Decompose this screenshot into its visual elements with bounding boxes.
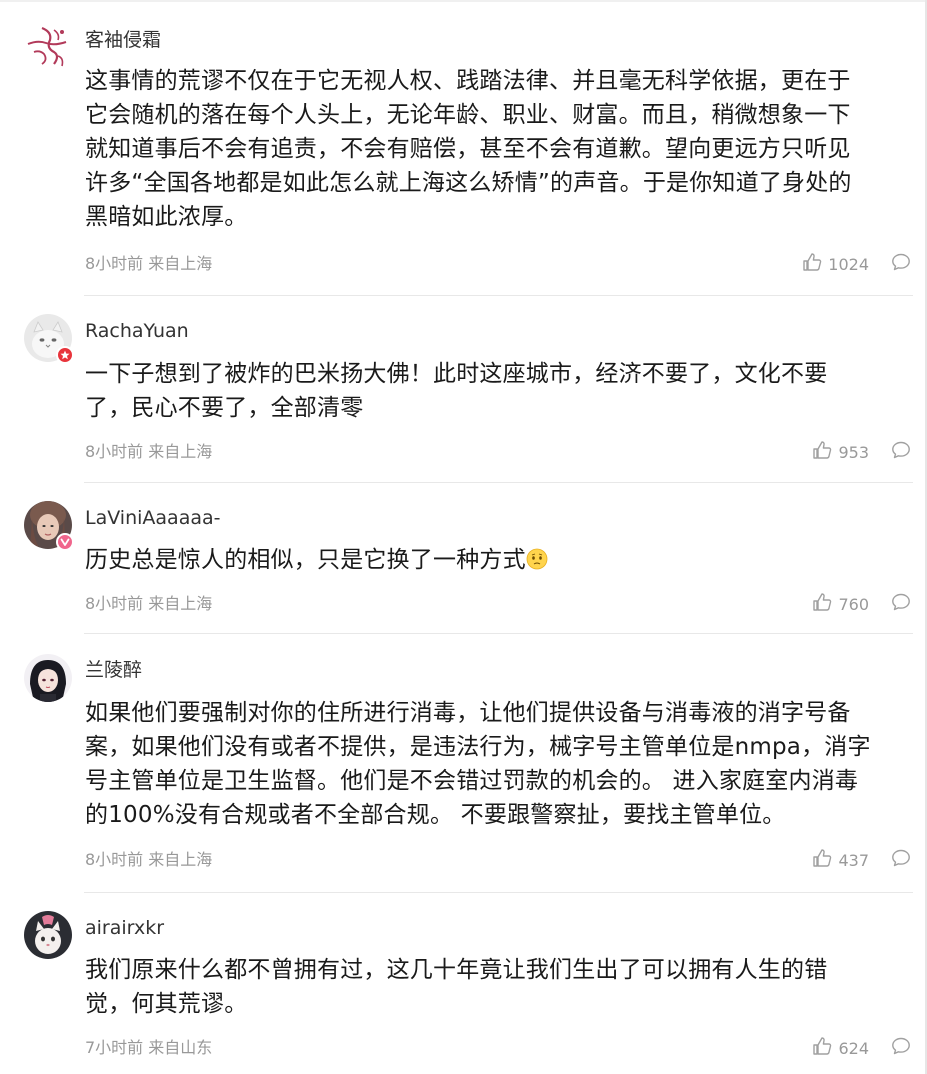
cat-avatar-icon[interactable] <box>24 314 74 364</box>
comment-actions: 624 <box>812 1037 911 1059</box>
comment-bubble-icon <box>891 1036 911 1060</box>
thumbs-up-icon <box>812 1036 832 1060</box>
comment-text-line: 觉，何其荒谬。 <box>85 991 248 1017</box>
comment-text-line: 的100%没有合规或者不全部合规。 不要跟警察扯，要找主管单位。 <box>85 802 786 828</box>
comment-item: 客袖侵霜 这事情的荒谬不仅在于它无视人权、践踏法律、并且毫无科学依据，更在于 它… <box>0 0 927 296</box>
comment-meta: 8小时前 来自上海 <box>85 850 213 869</box>
thumbs-up-icon <box>812 848 832 872</box>
comment-text-line: 号主管单位是卫生监督。他们是不会错过罚款的机会的。 进入家庭室内消毒 <box>85 768 859 794</box>
comment-text-line: 如果他们要强制对你的住所进行消毒，让他们提供设备与消毒液的消字号备 <box>85 700 851 726</box>
thumbs-up-icon <box>802 252 822 276</box>
comment-meta: 8小时前 来自上海 <box>85 254 213 273</box>
comment-item: airairxkr 我们原来什么都不曾拥有过，这几十年竟让我们生出了可以拥有人生… <box>0 893 927 1074</box>
comment-actions: 953 <box>812 441 911 463</box>
comment-text-line: 它会随机的落在每个人头上，无论年龄、职业、财富。而且，稍微想象一下 <box>85 102 851 128</box>
comment-text-line: 历史总是惊人的相似，只是它换了一种方式 <box>85 543 900 580</box>
like-count: 437 <box>838 850 869 870</box>
comment-text-line: 黑暗如此浓厚。 <box>85 204 248 230</box>
thumbs-up-icon <box>812 592 832 616</box>
like-button[interactable]: 760 <box>812 592 869 616</box>
star-badge-icon <box>56 346 74 364</box>
pet-avatar-icon[interactable] <box>24 911 72 959</box>
like-button[interactable]: 953 <box>812 440 869 464</box>
comment-text-line: 就知道事后不会有追责，不会有赔偿，甚至不会有道歉。望向更远方只听见 <box>85 136 851 162</box>
comment-text-line: 了，民心不要了，全部清零 <box>85 395 364 421</box>
comment-meta: 8小时前 来自上海 <box>85 442 213 461</box>
like-button[interactable]: 624 <box>812 1036 869 1060</box>
comment-actions: 760 <box>812 593 911 615</box>
like-button[interactable]: 1024 <box>802 252 869 276</box>
portrait-avatar-icon[interactable] <box>24 501 74 551</box>
comment-actions: 437 <box>812 849 911 871</box>
comment-bubble-icon <box>891 592 911 616</box>
like-button[interactable]: 437 <box>812 848 869 872</box>
comment-text-line: 一下子想到了被炸的巴米扬大佛！此时这座城市，经济不要了，文化不要 <box>85 361 828 387</box>
comment-item: 兰陵醉 如果他们要强制对你的住所进行消毒，让他们提供设备与消毒液的消字号备 案，… <box>0 634 927 893</box>
comment-meta: 7小时前 来自山东 <box>85 1038 213 1057</box>
username[interactable]: 兰陵醉 <box>85 658 142 682</box>
username[interactable]: airairxkr <box>85 916 164 940</box>
like-count: 760 <box>838 594 869 614</box>
thumbs-up-icon <box>812 440 832 464</box>
comment-item: LaViniAaaaaa- 历史总是惊人的相似，只是它换了一种方式 8小时前 来… <box>0 483 927 634</box>
calligraphy-avatar-icon[interactable] <box>24 22 72 70</box>
comment-text-line: 许多“全国各地都是如此怎么就上海这么矫情”的声音。于是你知道了身处的 <box>85 170 852 196</box>
username[interactable]: RachaYuan <box>85 319 189 343</box>
username[interactable]: LaViniAaaaaa- <box>85 506 220 530</box>
like-count: 1024 <box>828 254 869 274</box>
reply-button[interactable] <box>891 440 911 464</box>
like-count: 624 <box>838 1038 869 1058</box>
comment-text-line: 我们原来什么都不曾拥有过，这几十年竟让我们生出了可以拥有人生的错 <box>85 957 828 983</box>
comment-text: 一下子想到了被炸的巴米扬大佛！此时这座城市，经济不要了，文化不要 了，民心不要了… <box>85 357 900 425</box>
reply-button[interactable] <box>891 1036 911 1060</box>
comment-bubble-icon <box>891 440 911 464</box>
comment-text-line: 这事情的荒谬不仅在于它无视人权、践踏法律、并且毫无科学依据，更在于 <box>85 68 851 94</box>
comment-meta: 8小时前 来自上海 <box>85 594 213 613</box>
username[interactable]: 客袖侵霜 <box>85 28 161 52</box>
comment-text: 如果他们要强制对你的住所进行消毒，让他们提供设备与消毒液的消字号备 案，如果他们… <box>85 696 900 832</box>
comment-text-line: 案，如果他们没有或者不提供，是违法行为，械字号主管单位是nmpa，消字 <box>85 734 871 760</box>
reply-button[interactable] <box>891 592 911 616</box>
comment-bubble-icon <box>891 848 911 872</box>
comment-text: 我们原来什么都不曾拥有过，这几十年竟让我们生出了可以拥有人生的错 觉，何其荒谬。 <box>85 953 900 1021</box>
v-badge-icon <box>56 533 74 551</box>
comment-list: 客袖侵霜 这事情的荒谬不仅在于它无视人权、践踏法律、并且毫无科学依据，更在于 它… <box>0 0 927 1074</box>
comment-actions: 1024 <box>802 253 911 275</box>
comment-item: RachaYuan 一下子想到了被炸的巴米扬大佛！此时这座城市，经济不要了，文化… <box>0 296 927 483</box>
comment-text-content: 历史总是惊人的相似，只是它换了一种方式 <box>85 547 526 573</box>
anime-avatar-icon[interactable] <box>24 654 72 702</box>
comment-text: 历史总是惊人的相似，只是它换了一种方式 <box>85 543 900 580</box>
like-count: 953 <box>838 442 869 462</box>
reply-button[interactable] <box>891 848 911 872</box>
sad-face-emoji <box>526 546 548 580</box>
reply-button[interactable] <box>891 252 911 276</box>
comment-text: 这事情的荒谬不仅在于它无视人权、践踏法律、并且毫无科学依据，更在于 它会随机的落… <box>85 64 900 234</box>
comment-bubble-icon <box>891 252 911 276</box>
